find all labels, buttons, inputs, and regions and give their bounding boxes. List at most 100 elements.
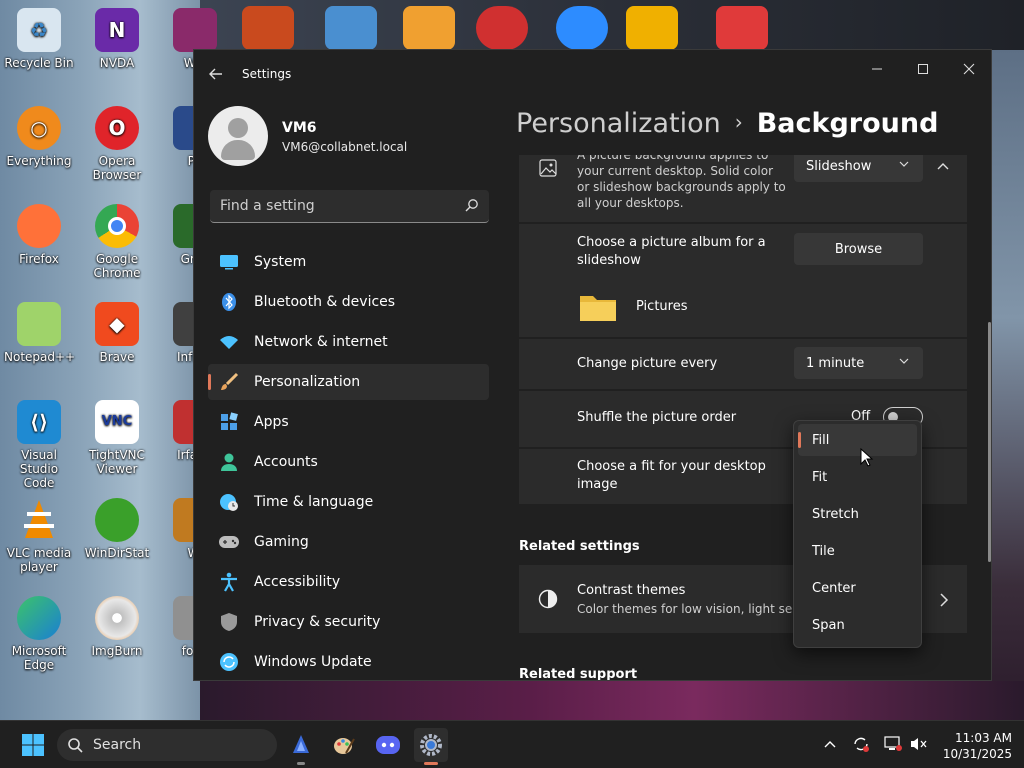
desktop-icon-imgburn[interactable]: ImgBurn <box>82 596 152 658</box>
desktop-icon-windirstat[interactable]: WinDirStat <box>82 498 152 560</box>
chrome-icon <box>95 204 139 248</box>
folder-icon <box>580 296 616 321</box>
desktop-icon-tightvnc[interactable]: VNC TightVNC Viewer <box>82 400 152 476</box>
browse-button[interactable]: Browse <box>794 233 923 265</box>
fit-option-span[interactable]: Span <box>798 609 917 641</box>
desktop-app-icon[interactable] <box>626 6 678 50</box>
close-button[interactable] <box>946 54 991 84</box>
desktop-icon-nvda[interactable]: N NVDA <box>82 8 152 70</box>
monitor-icon <box>218 251 240 273</box>
taskbar-clock[interactable]: 11:03 AM 10/31/2025 <box>938 730 1012 762</box>
desktop-app-icon[interactable] <box>242 6 294 50</box>
fit-option-center[interactable]: Center <box>798 572 917 604</box>
desktop-icon-brave[interactable]: ◆ Brave <box>82 302 152 364</box>
wallpaper-right <box>992 50 1024 720</box>
winrar-icon <box>173 8 217 52</box>
desktop-icon-label: Microsoft Edge <box>11 644 67 672</box>
close-icon <box>963 63 975 75</box>
breadcrumb-parent[interactable]: Personalization <box>516 108 721 139</box>
tray-sync-icon[interactable] <box>851 734 871 754</box>
dropdown-value: Slideshow <box>806 158 872 174</box>
selected-indicator <box>798 432 801 448</box>
search-input[interactable] <box>220 196 450 216</box>
chevron-up-icon[interactable] <box>936 161 950 171</box>
desktop-app-icon[interactable] <box>325 6 377 50</box>
desktop-icon-edge[interactable]: Microsoft Edge <box>4 596 74 672</box>
menu-item-label: Fit <box>812 469 828 485</box>
desktop-icon-vscode[interactable]: ⟨⟩ Visual Studio Code <box>4 400 74 490</box>
desktop-icon-opera[interactable]: O Opera Browser <box>82 106 152 182</box>
minimize-icon <box>872 68 882 70</box>
network-icon[interactable] <box>883 734 903 754</box>
maximize-button[interactable] <box>900 54 946 84</box>
chevron-right-icon <box>940 593 949 607</box>
sidebar-item-network[interactable]: Network & internet <box>208 324 489 360</box>
contrast-icon <box>538 589 558 609</box>
anydesk-icon[interactable] <box>716 6 768 50</box>
person-icon <box>218 451 240 473</box>
desktop-icon-firefox[interactable]: Firefox <box>4 204 74 266</box>
related-settings-heading: Related settings <box>519 539 640 554</box>
desktop-app-icon[interactable] <box>476 6 528 50</box>
settings-search[interactable] <box>210 190 489 223</box>
desktop-icon-recycle-bin[interactable]: ♻ Recycle Bin <box>4 8 74 70</box>
desktop-icon-label: Everything <box>6 154 72 168</box>
recycle-bin-icon: ♻ <box>17 8 61 52</box>
vscode-icon: ⟨⟩ <box>17 400 61 444</box>
zoom-icon[interactable] <box>556 6 608 50</box>
desktop-icon-chrome[interactable]: Google Chrome <box>82 204 152 280</box>
back-button[interactable] <box>204 62 228 86</box>
taskbar: Search 11:03 AM 10/31/2025 <box>0 720 1024 768</box>
album-card: Choose a picture album for a slideshow B… <box>519 224 967 337</box>
sidebar-item-gaming[interactable]: Gaming <box>208 524 489 560</box>
change-interval-dropdown[interactable]: 1 minute <box>794 347 923 379</box>
desktop-icon-notepadpp[interactable]: Notepad++ <box>4 302 75 364</box>
desktop-icon-label: Google Chrome <box>93 252 141 280</box>
shield-icon <box>218 611 240 633</box>
menu-item-label: Span <box>812 617 845 633</box>
sidebar-item-privacy[interactable]: Privacy & security <box>208 604 489 640</box>
sidebar-item-windows-update[interactable]: Windows Update <box>208 644 489 680</box>
windirstat-icon <box>95 498 139 542</box>
tightvnc-icon: VNC <box>95 400 139 444</box>
fit-option-fit[interactable]: Fit <box>798 461 917 493</box>
sidebar-item-bluetooth[interactable]: Bluetooth & devices <box>208 284 489 320</box>
user-profile[interactable]: VM6 VM6@collabnet.local <box>208 106 488 170</box>
volume-muted-icon[interactable] <box>909 734 929 754</box>
desktop-icon-vlc[interactable]: VLC media player <box>4 498 74 574</box>
album-folder-name[interactable]: Pictures <box>636 298 687 316</box>
taskbar-search-label: Search <box>93 737 142 753</box>
desktop-icon-label: WinDirStat <box>84 546 150 560</box>
sidebar-item-apps[interactable]: Apps <box>208 404 489 440</box>
sidebar-item-system[interactable]: System <box>208 244 489 280</box>
taskbar-app-nvda[interactable] <box>284 728 318 765</box>
fit-option-fill[interactable]: Fill <box>798 424 917 456</box>
sidebar-item-label: Apps <box>254 414 289 430</box>
maximize-icon <box>918 64 928 74</box>
opera-icon: O <box>95 106 139 150</box>
sidebar-item-time-language[interactable]: Time & language <box>208 484 489 520</box>
mouse-cursor-icon <box>860 448 874 467</box>
back-arrow-icon <box>209 68 222 80</box>
clock-time: 11:03 AM <box>955 731 1012 745</box>
background-type-dropdown[interactable]: Slideshow <box>794 155 923 182</box>
fit-option-tile[interactable]: Tile <box>798 535 917 567</box>
show-hidden-icons-button[interactable] <box>820 734 840 754</box>
desktop-app-icon[interactable] <box>403 6 455 50</box>
fit-option-stretch[interactable]: Stretch <box>798 498 917 530</box>
sidebar-nav: System Bluetooth & devices Network & int… <box>208 244 489 680</box>
taskbar-search[interactable]: Search <box>57 729 277 761</box>
desktop-icon-everything[interactable]: ○ Everything <box>4 106 74 168</box>
taskbar-app-settings[interactable] <box>414 728 448 765</box>
sidebar-item-accounts[interactable]: Accounts <box>208 444 489 480</box>
start-button[interactable] <box>16 728 50 762</box>
minimize-button[interactable] <box>854 54 900 84</box>
wallpaper-bottom <box>200 681 1024 720</box>
sidebar-item-accessibility[interactable]: Accessibility <box>208 564 489 600</box>
scrollbar[interactable] <box>988 322 991 562</box>
taskbar-app-discord[interactable] <box>371 728 405 762</box>
taskbar-app-paint[interactable] <box>327 728 361 762</box>
sidebar-item-personalization[interactable]: Personalization <box>208 364 489 400</box>
title-bar[interactable]: Settings <box>194 50 991 98</box>
chevron-down-icon <box>899 358 909 364</box>
